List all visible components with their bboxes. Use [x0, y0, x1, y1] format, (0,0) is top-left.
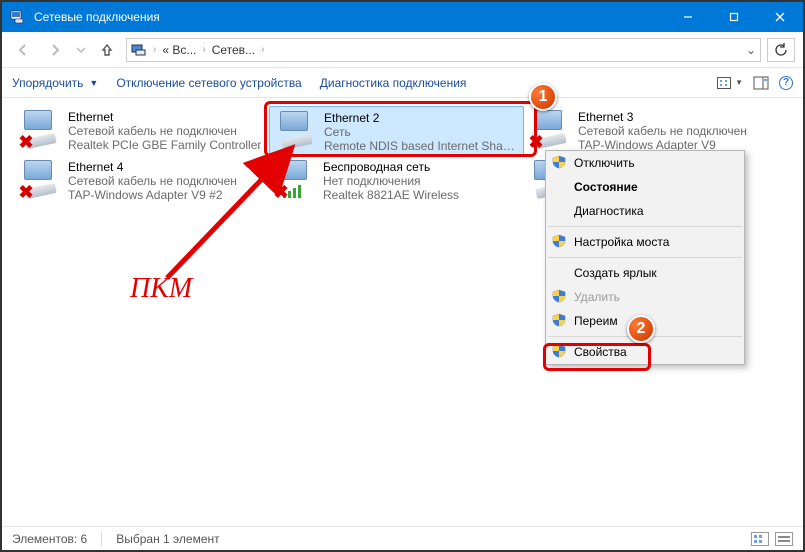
organize-button[interactable]: Упорядочить▼	[12, 76, 98, 90]
menu-item-label: Переим	[574, 314, 618, 328]
diagnose-connection-button[interactable]: Диагностика подключения	[320, 76, 467, 90]
connection-name: Ethernet	[68, 110, 261, 124]
shield-icon	[552, 289, 566, 303]
preview-pane-icon	[753, 75, 769, 91]
network-panel-icon	[131, 42, 147, 58]
chevron-right-icon: ›	[153, 44, 156, 55]
menu-item-label: Свойства	[574, 345, 627, 359]
breadcrumb-part-2[interactable]: Сетев...	[212, 43, 255, 57]
forward-button[interactable]	[42, 37, 68, 63]
menu-item-label: Создать ярлык	[574, 266, 657, 280]
menu-item-label: Состояние	[574, 180, 638, 194]
menu-item[interactable]: Диагностика	[546, 199, 744, 223]
menu-separator	[548, 257, 742, 258]
help-icon: ?	[779, 76, 793, 90]
refresh-button[interactable]	[767, 38, 795, 62]
menu-item-label: Отключить	[574, 156, 635, 170]
window-title: Сетевые подключения	[34, 10, 665, 24]
status-count: Элементов: 6	[12, 532, 87, 546]
help-button[interactable]: ?	[779, 75, 793, 91]
navigation-bar: › « Вс... › Сетев... › ⌄	[2, 32, 803, 68]
menu-item-label: Удалить	[574, 290, 620, 304]
connection-status: Сетевой кабель не подключен	[68, 174, 237, 188]
divider	[101, 531, 102, 547]
chevron-down-icon: ▼	[89, 78, 98, 88]
chevron-right-icon: ›	[261, 44, 264, 55]
disconnected-icon: ✖	[18, 184, 34, 200]
menu-item-label: Диагностика	[574, 204, 644, 218]
recent-locations-button[interactable]	[74, 37, 88, 63]
breadcrumb-dropdown-icon[interactable]: ⌄	[746, 43, 756, 57]
menu-item[interactable]: Отключить	[546, 151, 744, 175]
connection-device: Remote NDIS based Internet Shari...	[324, 139, 517, 153]
connection-name: Беспроводная сеть	[323, 160, 459, 174]
maximize-button[interactable]	[711, 2, 757, 32]
connection-item[interactable]: ✖ EthernetСетевой кабель не подключенReal…	[14, 106, 269, 156]
breadcrumb-part-1[interactable]: « Вс...	[162, 43, 196, 57]
status-bar: Элементов: 6 Выбран 1 элемент	[2, 526, 803, 550]
connection-device: Realtek 8821AE Wireless	[323, 188, 459, 202]
menu-item-label: Настройка моста	[574, 235, 669, 249]
menu-separator	[548, 336, 742, 337]
connection-device: TAP-Windows Adapter V9 #2	[68, 188, 237, 202]
chevron-right-icon: ›	[202, 44, 205, 55]
close-button[interactable]	[757, 2, 803, 32]
adapter-icon: ✖	[20, 160, 62, 202]
connection-item[interactable]: ✖ Беспроводная сетьНет подключенияRealtek…	[269, 156, 524, 206]
adapter-icon: ✖	[530, 110, 572, 152]
connection-item[interactable]: ✖ Ethernet 4Сетевой кабель не подключенTA…	[14, 156, 269, 206]
menu-item[interactable]: Создать ярлык	[546, 261, 744, 285]
connection-status: Нет подключения	[323, 174, 459, 188]
command-bar: Упорядочить▼ Отключение сетевого устройс…	[2, 68, 803, 98]
connection-status: Сеть	[324, 125, 517, 139]
minimize-button[interactable]	[665, 2, 711, 32]
annotation-pkm: ПКМ	[130, 273, 192, 305]
adapter-icon: ✖	[20, 110, 62, 152]
connection-item[interactable]: Ethernet 2СетьRemote NDIS based Internet…	[269, 106, 524, 156]
connection-item[interactable]: ✖Ethernet 3Сетевой кабель не подключенTA…	[524, 106, 779, 156]
connection-status: Сетевой кабель не подключен	[578, 124, 747, 138]
status-selection: Выбран 1 элемент	[116, 532, 219, 546]
shield-icon	[552, 234, 566, 248]
shield-icon	[552, 344, 566, 358]
connection-name: Ethernet 4	[68, 160, 237, 174]
breadcrumb[interactable]: › « Вс... › Сетев... › ⌄	[126, 38, 761, 62]
up-button[interactable]	[94, 37, 120, 63]
shield-icon	[552, 155, 566, 169]
connections-area[interactable]: ✖EthernetСетевой кабель не подключенReal…	[2, 98, 803, 528]
view-icon	[717, 77, 731, 89]
disconnected-icon: ✖	[18, 134, 34, 150]
menu-item[interactable]: Настройка моста	[546, 230, 744, 254]
shield-icon	[552, 313, 566, 327]
connection-name: Ethernet 3	[578, 110, 747, 124]
menu-item: Удалить	[546, 285, 744, 309]
adapter-icon	[276, 111, 318, 153]
connection-device: Realtek PCIe GBE Family Controller	[68, 138, 261, 152]
view-mode-button[interactable]: ▼	[717, 75, 743, 91]
view-large-icons-button[interactable]	[751, 532, 769, 546]
disable-device-button[interactable]: Отключение сетевого устройства	[116, 76, 301, 90]
menu-item[interactable]: Переим	[546, 309, 744, 333]
network-connections-icon	[10, 9, 26, 25]
disconnected-icon: ✖	[528, 134, 544, 150]
context-menu: Отключить Состояние Диагностика Настройка м…	[545, 150, 745, 365]
back-button[interactable]	[10, 37, 36, 63]
view-details-button[interactable]	[775, 532, 793, 546]
chevron-down-icon: ▼	[735, 78, 743, 87]
menu-item[interactable]: Свойства	[546, 340, 744, 364]
adapter-icon: ✖	[275, 160, 317, 202]
preview-pane-button[interactable]	[753, 75, 769, 91]
disconnected-icon: ✖	[273, 184, 289, 200]
connection-name: Ethernet 2	[324, 111, 517, 125]
menu-item[interactable]: Состояние	[546, 175, 744, 199]
menu-separator	[548, 226, 742, 227]
connection-status: Сетевой кабель не подключен	[68, 124, 261, 138]
